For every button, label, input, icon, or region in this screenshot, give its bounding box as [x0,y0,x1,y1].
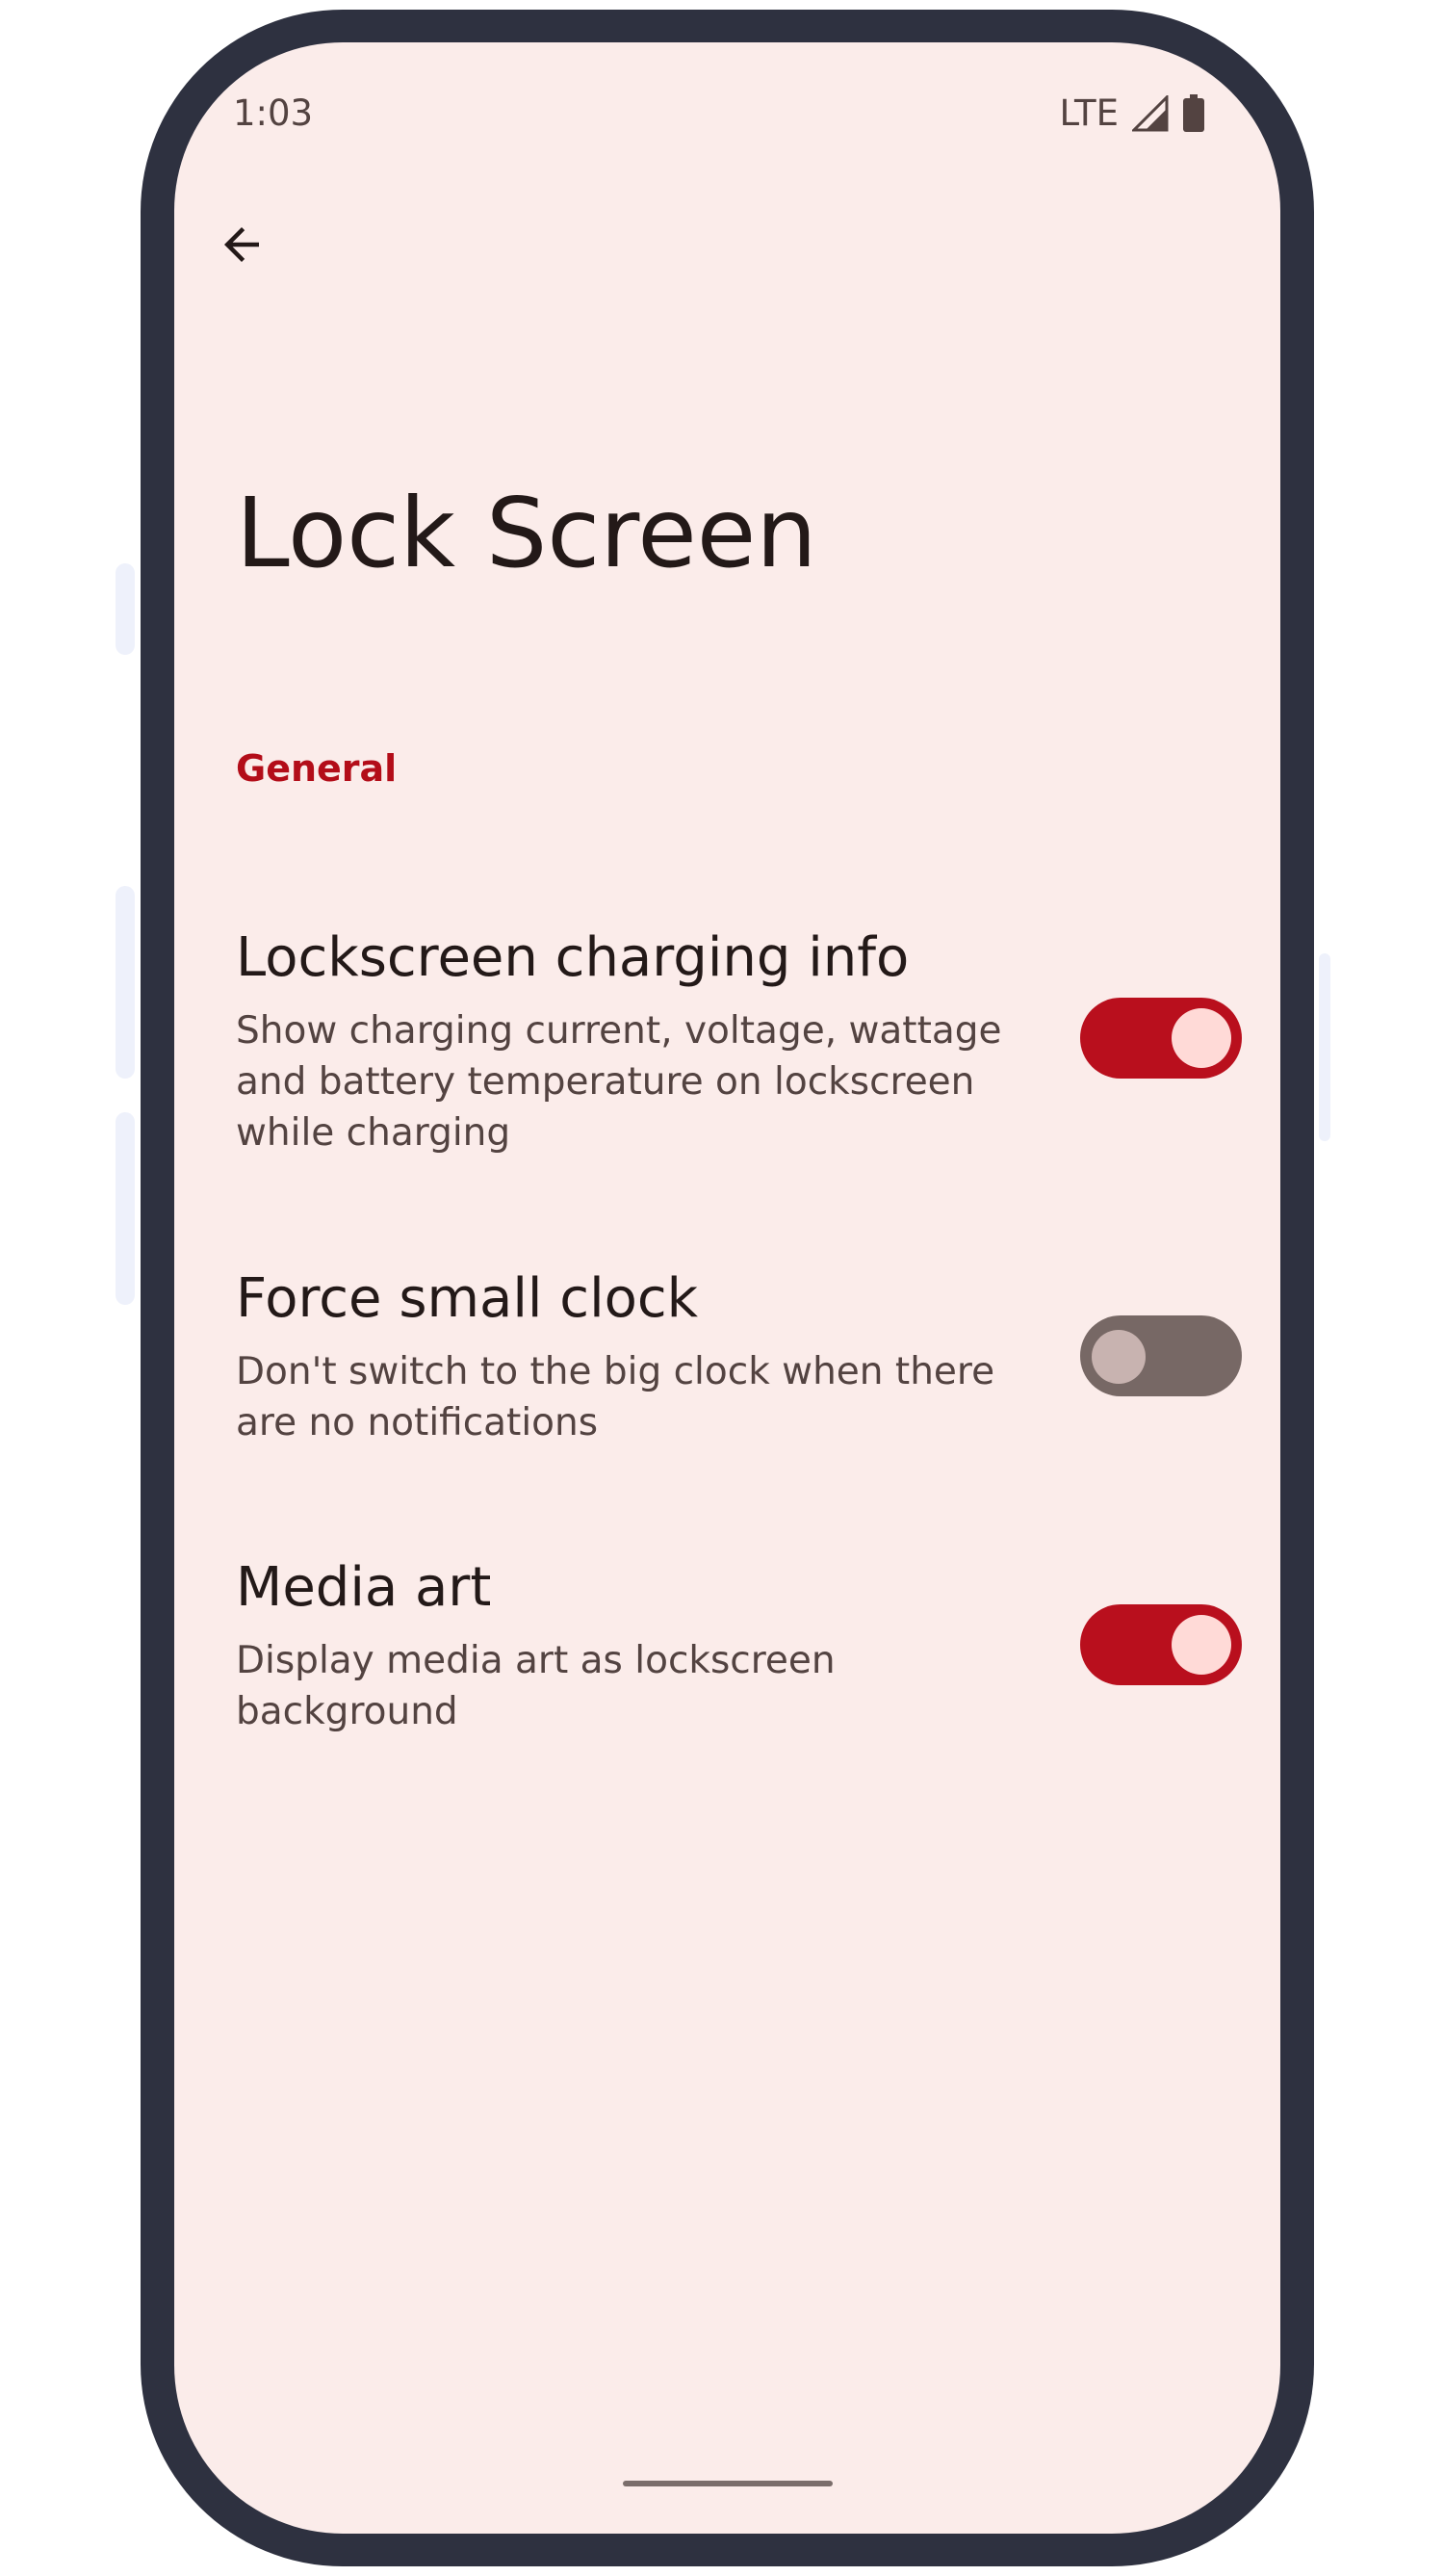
battery-icon [1183,93,1204,132]
signal-icon [1132,94,1169,131]
setting-title: Lockscreen charging info [236,926,910,989]
setting-title: Force small clock [236,1267,699,1330]
page-title: Lock Screen [236,477,817,589]
side-button-mid [116,886,135,1079]
setting-description: Don't switch to the big clock when there… [236,1350,995,1444]
side-button-right [1319,953,1330,1141]
back-button[interactable] [203,206,280,283]
setting-text: Media art Display media art as lockscree… [236,1554,1006,1737]
setting-description: Show charging current, voltage, wattage … [236,1009,1002,1155]
toggle-thumb [1172,1615,1231,1675]
home-indicator[interactable] [623,2481,833,2486]
arrow-back-icon [224,227,259,262]
media-art-toggle[interactable] [1080,1604,1242,1685]
side-button-low [116,1112,135,1305]
setting-title: Media art [236,1556,492,1619]
setting-text: Force small clock Don't switch to the bi… [236,1265,1006,1448]
setting-description: Display media art as lockscreen backgrou… [236,1639,836,1733]
phone-screen: 1:03 LTE Lock Screen General Lockscreen … [174,42,1280,2534]
status-time: 1:03 [233,92,314,134]
setting-text: Lockscreen charging info Show charging c… [236,924,1006,1158]
force-small-clock-toggle[interactable] [1080,1315,1242,1396]
section-header-general: General [236,747,398,790]
setting-media-art[interactable]: Media art Display media art as lockscree… [174,1541,1280,1753]
setting-force-small-clock[interactable]: Force small clock Don't switch to the bi… [174,1252,1280,1464]
toggle-thumb [1172,1008,1231,1068]
setting-lockscreen-charging-info[interactable]: Lockscreen charging info Show charging c… [174,909,1280,1179]
charging-info-toggle[interactable] [1080,998,1242,1079]
status-icons: LTE [1060,92,1206,134]
network-type-label: LTE [1059,92,1120,134]
toggle-thumb [1092,1330,1146,1384]
side-button-top [116,563,135,655]
